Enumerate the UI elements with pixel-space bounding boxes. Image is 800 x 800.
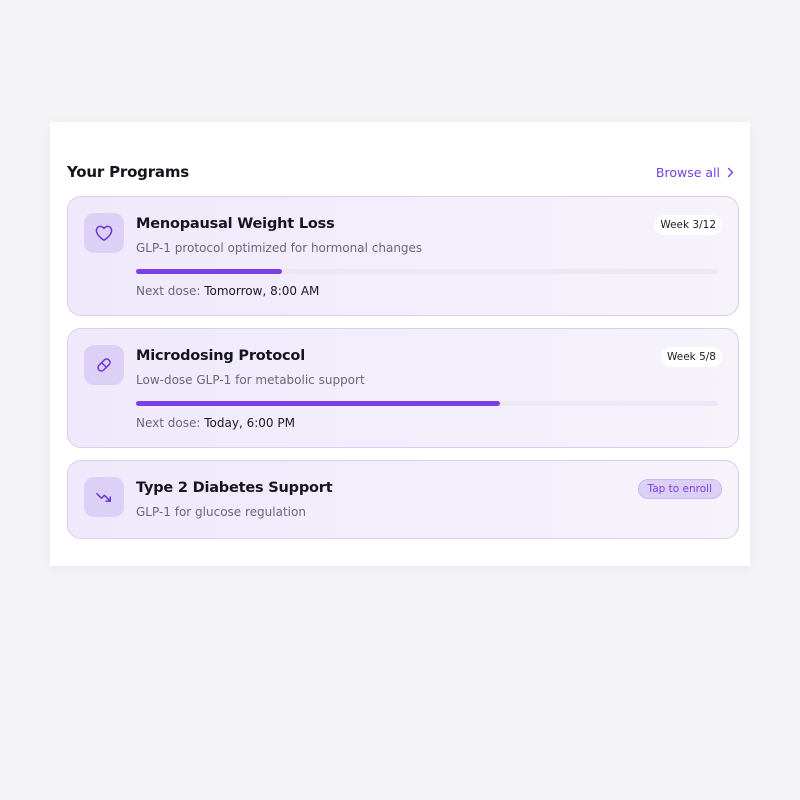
next-dose-value: Today, 6:00 PM [204, 416, 295, 430]
browse-all-link[interactable]: Browse all [656, 165, 735, 180]
browse-all-label: Browse all [655, 164, 720, 180]
program-subtitle: GLP-1 protocol optimized for hormonal ch… [136, 241, 423, 255]
section-title: Your Programs [67, 163, 189, 181]
week-badge: Week 3/12 [654, 215, 722, 235]
next-dose-label: Next dose: [136, 284, 201, 298]
program-title: Type 2 Diabetes Support [136, 480, 333, 496]
program-card-type-2-diabetes-support[interactable]: Type 2 Diabetes Support GLP-1 for glucos… [67, 460, 739, 539]
program-icon-container [84, 213, 124, 253]
next-dose: Next dose: Today, 6:00 PM [136, 416, 295, 430]
programs-panel: Your Programs Browse all Menopausal Weig… [50, 122, 750, 566]
week-badge: Week 5/8 [660, 347, 722, 367]
progress-track [136, 269, 718, 274]
progress-fill [136, 269, 282, 274]
progress-track [136, 401, 718, 406]
program-card-menopausal-weight-loss[interactable]: Menopausal Weight Loss GLP-1 protocol op… [67, 196, 739, 316]
programs-header: Your Programs Browse all [67, 160, 735, 184]
program-icon-container [84, 345, 124, 385]
pill-icon [97, 358, 111, 372]
program-icon-container [84, 477, 124, 517]
next-dose: Next dose: Tomorrow, 8:00 AM [136, 284, 319, 298]
program-subtitle: GLP-1 for glucose regulation [136, 505, 306, 519]
next-dose-label: Next dose: [136, 416, 201, 430]
heart-icon [95, 225, 113, 241]
program-card-microdosing-protocol[interactable]: Microdosing Protocol Low-dose GLP-1 for … [67, 328, 739, 448]
progress-fill [136, 401, 500, 406]
program-title: Menopausal Weight Loss [136, 216, 335, 232]
next-dose-value: Tomorrow, 8:00 AM [204, 284, 320, 298]
program-subtitle: Low-dose GLP-1 for metabolic support [136, 373, 365, 387]
tap-to-enroll-button[interactable]: Tap to enroll [637, 479, 722, 499]
chevron-right-icon [727, 167, 734, 177]
program-title: Microdosing Protocol [136, 348, 305, 364]
trending-down-icon [96, 492, 111, 502]
